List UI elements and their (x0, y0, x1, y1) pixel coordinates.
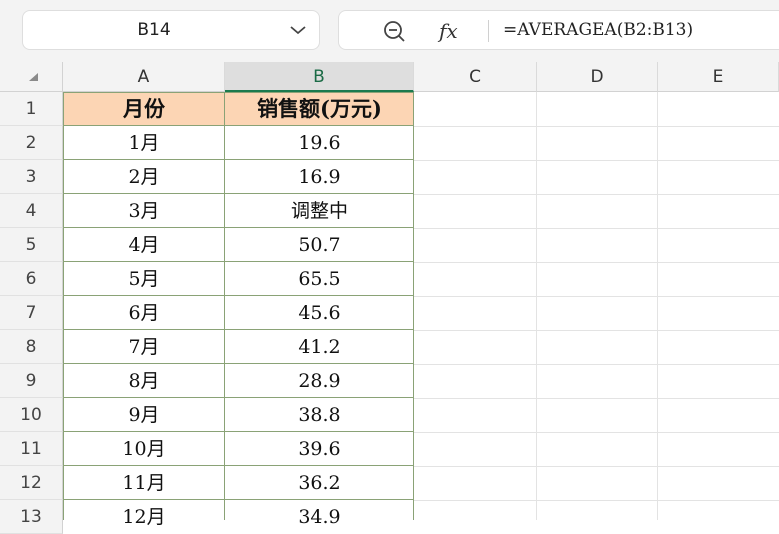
row-header-7[interactable]: 7 (0, 296, 63, 330)
name-box[interactable]: B14 (22, 10, 320, 50)
gridline (414, 262, 779, 263)
column-header-b[interactable]: B (225, 62, 414, 92)
gridline (657, 92, 658, 520)
formula-input[interactable]: =AVERAGEA(B2:B13) (503, 11, 693, 49)
gridline (414, 296, 779, 297)
gridline (414, 364, 779, 365)
gridline (414, 330, 779, 331)
cell-a5[interactable]: 4月 (63, 228, 225, 262)
cell-a2[interactable]: 1月 (63, 126, 225, 160)
row-header-2[interactable]: 2 (0, 126, 63, 160)
gridline (414, 228, 779, 229)
cell-a6[interactable]: 5月 (63, 262, 225, 296)
row-header-5[interactable]: 5 (0, 228, 63, 262)
cell-a11[interactable]: 10月 (63, 432, 225, 466)
cell-b11[interactable]: 39.6 (225, 432, 414, 466)
cell-b6[interactable]: 65.5 (225, 262, 414, 296)
cell-b4[interactable]: 调整中 (225, 194, 414, 228)
cell-a12[interactable]: 11月 (63, 466, 225, 500)
gridline (414, 500, 779, 501)
column-header-e[interactable]: E (658, 62, 779, 92)
table-header-cell-b1[interactable]: 销售额(万元) (225, 92, 414, 126)
cell-a7[interactable]: 6月 (63, 296, 225, 330)
formula-box[interactable]: fx =AVERAGEA(B2:B13) (338, 10, 779, 50)
table-header-cell-a1[interactable]: 月份 (63, 92, 225, 126)
cell-a10[interactable]: 9月 (63, 398, 225, 432)
gridline (414, 194, 779, 195)
cell-b7[interactable]: 45.6 (225, 296, 414, 330)
row-header-13[interactable]: 13 (0, 500, 63, 534)
gridline (414, 432, 779, 433)
select-all-corner[interactable] (0, 62, 63, 92)
cell-a8[interactable]: 7月 (63, 330, 225, 364)
gridline (414, 160, 779, 161)
row-header-6[interactable]: 6 (0, 262, 63, 296)
cell-b2[interactable]: 19.6 (225, 126, 414, 160)
cell-a9[interactable]: 8月 (63, 364, 225, 398)
gridline (536, 92, 537, 520)
gridline (414, 126, 779, 127)
zoom-out-icon[interactable] (382, 19, 408, 43)
name-box-value[interactable]: B14 (23, 11, 285, 49)
row-header-10[interactable]: 10 (0, 398, 63, 432)
column-header-c[interactable]: C (414, 62, 537, 92)
cell-b3[interactable]: 16.9 (225, 160, 414, 194)
column-header-a[interactable]: A (63, 62, 225, 92)
cell-b5[interactable]: 50.7 (225, 228, 414, 262)
select-all-icon (29, 73, 38, 81)
cell-a4[interactable]: 3月 (63, 194, 225, 228)
insert-function-button[interactable]: fx (439, 15, 458, 47)
column-header-d[interactable]: D (537, 62, 658, 92)
formula-divider (488, 20, 489, 42)
cell-b9[interactable]: 28.9 (225, 364, 414, 398)
gridline (414, 466, 779, 467)
chevron-down-icon[interactable] (289, 24, 307, 36)
gridline (414, 398, 779, 399)
cell-b10[interactable]: 38.8 (225, 398, 414, 432)
cell-a3[interactable]: 2月 (63, 160, 225, 194)
row-header-4[interactable]: 4 (0, 194, 63, 228)
cell-a13[interactable]: 12月 (63, 500, 225, 534)
row-header-12[interactable]: 12 (0, 466, 63, 500)
formula-toolbar: B14 fx =AVERAGEA(B2:B13) (0, 0, 779, 62)
cell-b12[interactable]: 36.2 (225, 466, 414, 500)
cell-b8[interactable]: 41.2 (225, 330, 414, 364)
row-header-9[interactable]: 9 (0, 364, 63, 398)
row-header-11[interactable]: 11 (0, 432, 63, 466)
cell-b13[interactable]: 34.9 (225, 500, 414, 534)
row-header-1[interactable]: 1 (0, 92, 63, 126)
row-header-3[interactable]: 3 (0, 160, 63, 194)
row-header-8[interactable]: 8 (0, 330, 63, 364)
